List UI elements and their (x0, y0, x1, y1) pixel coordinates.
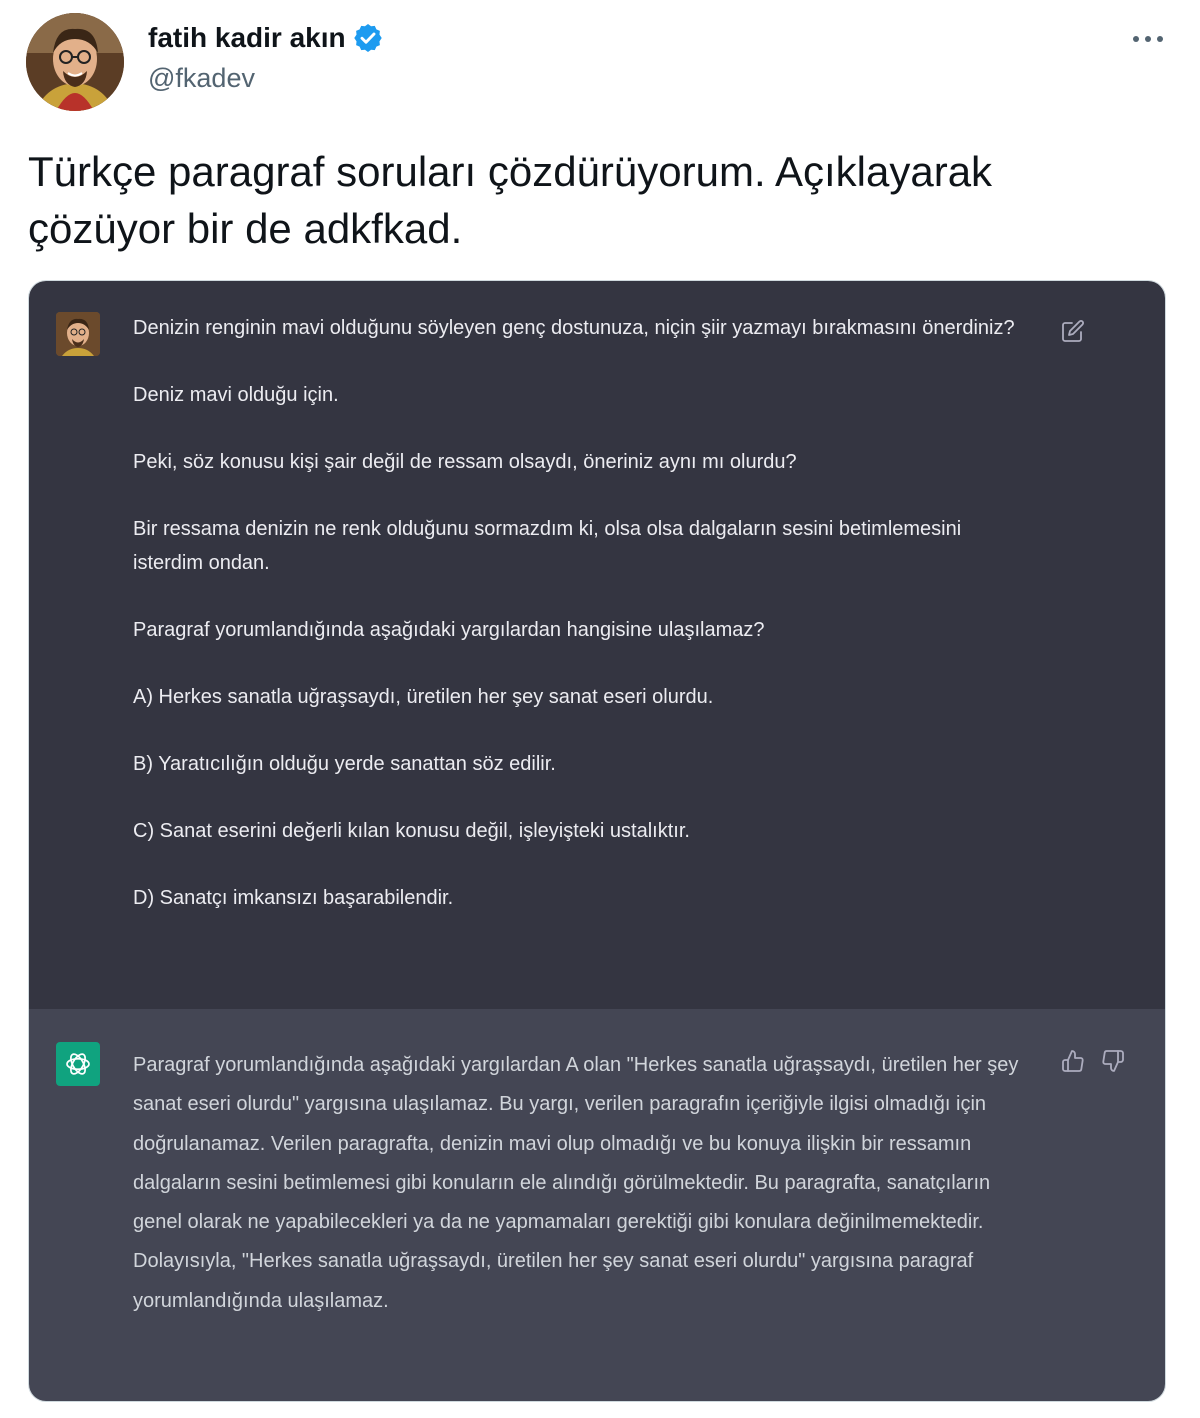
openai-logo-icon (56, 1042, 100, 1086)
tweet-text: Türkçe paragraf soruları çözdürüyorum. A… (28, 148, 993, 252)
user-prompt: Denizin renginin mavi olduğunu söyleyen … (133, 311, 1033, 948)
attached-image[interactable]: Denizin renginin mavi olduğunu söyleyen … (28, 280, 1166, 1402)
user-avatar (56, 312, 100, 356)
prompt-paragraph: Denizin renginin mavi olduğunu söyleyen … (133, 317, 1015, 339)
author-display-name[interactable]: fatih kadir akın (148, 22, 384, 54)
prompt-paragraph: Paragraf yorumlandığında aşağıdaki yargı… (133, 619, 765, 641)
author-handle[interactable]: @fkadev (148, 63, 255, 94)
thumb-up-icon[interactable] (1061, 1049, 1085, 1073)
option-b: B) Yaratıcılığın olduğu yerde sanattan s… (133, 753, 556, 775)
display-name-text: fatih kadir akın (148, 22, 346, 53)
assistant-message-block: Paragraf yorumlandığında aşağıdaki yargı… (29, 1009, 1165, 1401)
user-message-block: Denizin renginin mavi olduğunu söyleyen … (29, 281, 1165, 1009)
option-d: D) Sanatçı imkansızı başarabilendir. (133, 887, 454, 909)
prompt-paragraph: Bir ressama denizin ne renk olduğunu sor… (133, 518, 962, 574)
prompt-paragraph: Peki, söz konusu kişi şair değil de ress… (133, 451, 797, 473)
thumb-down-icon[interactable] (1101, 1049, 1125, 1073)
edit-icon[interactable] (1061, 319, 1085, 343)
assistant-answer: Paragraf yorumlandığında aşağıdaki yargı… (133, 1054, 1019, 1312)
option-c: C) Sanat eserini değerli kılan konusu de… (133, 820, 690, 842)
author-avatar[interactable] (26, 13, 124, 111)
more-options-icon[interactable] (1128, 24, 1168, 54)
prompt-paragraph: Deniz mavi olduğu için. (133, 384, 339, 406)
option-a: A) Herkes sanatla uğraşsaydı, üretilen h… (133, 686, 714, 708)
verified-badge-icon (352, 22, 384, 54)
